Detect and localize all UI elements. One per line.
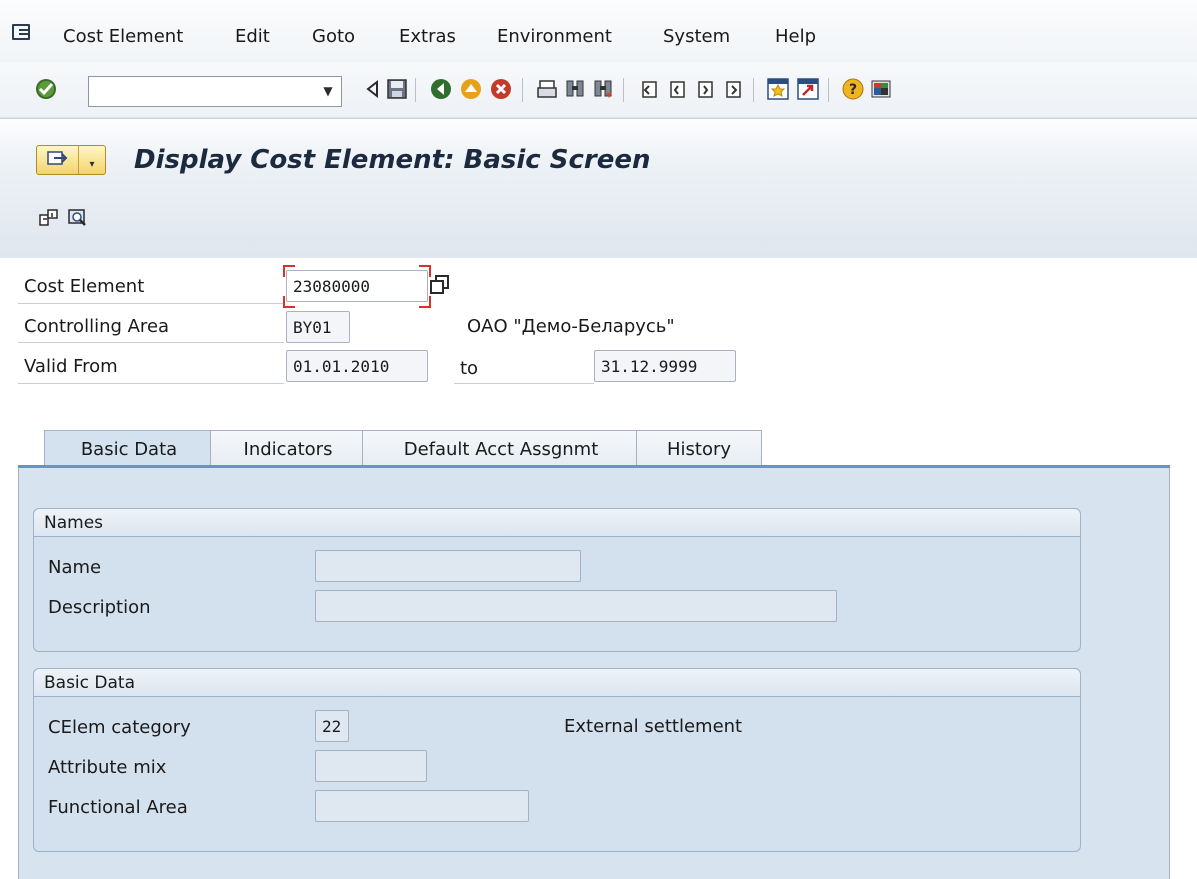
menu-cost-element[interactable]: Cost Element (63, 26, 183, 47)
celem-category-value: 22 (322, 716, 342, 736)
command-field[interactable] (88, 76, 342, 107)
valid-to-label: to (460, 358, 479, 379)
back-nav-icon[interactable] (360, 76, 386, 102)
create-session-icon[interactable] (765, 76, 791, 102)
celem-category-label: CElem category (48, 717, 191, 738)
names-group: Names Name Description (33, 508, 1081, 652)
menu-help[interactable]: Help (775, 26, 816, 47)
copy-icon[interactable] (430, 275, 452, 297)
label-underline (18, 342, 284, 343)
functional-area-label: Functional Area (48, 797, 188, 818)
tab-strip: Basic Data Indicators Default Acct Assgn… (18, 430, 1170, 468)
label-underline (18, 383, 284, 384)
menu-extras[interactable]: Extras (399, 26, 456, 47)
standard-toolbar: ▼ ? (0, 62, 1197, 118)
find-next-icon[interactable] (590, 76, 616, 102)
shortcut-icon[interactable] (795, 76, 821, 102)
controlling-area-label: Controlling Area (24, 316, 170, 337)
menu-system[interactable]: System (663, 26, 730, 47)
back-icon[interactable] (428, 76, 454, 102)
menu-environment[interactable]: Environment (497, 26, 612, 47)
help-icon[interactable]: ? (840, 76, 866, 102)
title-area: ▾ Display Cost Element: Basic Screen (0, 118, 1197, 258)
valid-from-field[interactable]: 01.01.2010 (286, 350, 428, 382)
celem-category-text: External settlement (564, 716, 743, 737)
valid-to-field[interactable]: 31.12.9999 (594, 350, 736, 382)
focus-corner (283, 265, 295, 277)
label-underline (18, 303, 284, 304)
menu-toggle-button[interactable]: ▾ (36, 145, 106, 175)
find-icon[interactable] (562, 76, 588, 102)
menu-edit[interactable]: Edit (235, 26, 270, 47)
tab-indicators[interactable]: Indicators (210, 430, 366, 467)
cost-element-label: Cost Element (24, 276, 145, 297)
command-dropdown-icon[interactable]: ▼ (318, 80, 338, 102)
functional-area-field[interactable] (315, 790, 529, 822)
exit-icon[interactable] (458, 76, 484, 102)
master-data-icon[interactable] (64, 205, 90, 231)
controlling-area-value: BY01 (293, 317, 332, 337)
description-field[interactable] (315, 590, 837, 622)
valid-from-label: Valid From (24, 356, 118, 377)
tab-default-acct-assgnmt[interactable]: Default Acct Assgnmt (362, 430, 640, 467)
customize-layout-icon[interactable] (868, 76, 894, 102)
description-label: Description (48, 597, 151, 618)
svg-text:?: ? (849, 82, 857, 98)
names-group-title: Names (34, 509, 1080, 537)
enter-icon[interactable] (33, 76, 59, 102)
controlling-area-name: ОАО "Демо-Беларусь" (467, 316, 675, 337)
toolbar-separator (522, 78, 523, 102)
screen-menu-icon (37, 146, 79, 174)
tab-panel: Names Name Description Basic Data CElem … (18, 468, 1170, 879)
last-page-icon[interactable] (720, 76, 746, 102)
cancel-icon[interactable] (488, 76, 514, 102)
attribute-mix-label: Attribute mix (48, 757, 167, 778)
page-title: Display Cost Element: Basic Screen (134, 145, 651, 175)
save-icon[interactable] (384, 76, 410, 102)
valid-to-value: 31.12.9999 (601, 356, 698, 376)
attribute-mix-field[interactable] (315, 750, 427, 782)
cost-element-value: 23080000 (293, 276, 371, 296)
toolbar-separator (828, 78, 829, 102)
focus-corner (283, 296, 295, 308)
display-object-icon[interactable] (36, 205, 62, 231)
menu-bar: Cost Element Edit Goto Extras Environmen… (0, 0, 1197, 62)
tab-basic-data[interactable]: Basic Data (44, 430, 214, 468)
toolbar-separator (623, 78, 624, 102)
tab-history[interactable]: History (636, 430, 762, 467)
focus-corner (419, 296, 431, 308)
label-underline (454, 383, 594, 384)
cost-element-field[interactable]: 23080000 (286, 270, 428, 302)
print-icon[interactable] (534, 76, 560, 102)
menu-icon[interactable] (12, 24, 30, 40)
chevron-down-icon: ▾ (89, 159, 95, 170)
name-field[interactable] (315, 550, 581, 582)
celem-category-field[interactable]: 22 (315, 710, 349, 742)
next-page-icon[interactable] (692, 76, 718, 102)
valid-from-value: 01.01.2010 (293, 356, 390, 376)
basic-data-group: Basic Data CElem category 22 External se… (33, 668, 1081, 852)
basic-data-group-title: Basic Data (34, 669, 1080, 697)
controlling-area-field[interactable]: BY01 (286, 311, 350, 343)
toolbar-separator (753, 78, 754, 102)
first-page-icon[interactable] (636, 76, 662, 102)
name-label: Name (48, 557, 102, 578)
toolbar-separator (415, 78, 416, 102)
previous-page-icon[interactable] (664, 76, 690, 102)
menu-goto[interactable]: Goto (312, 26, 355, 47)
